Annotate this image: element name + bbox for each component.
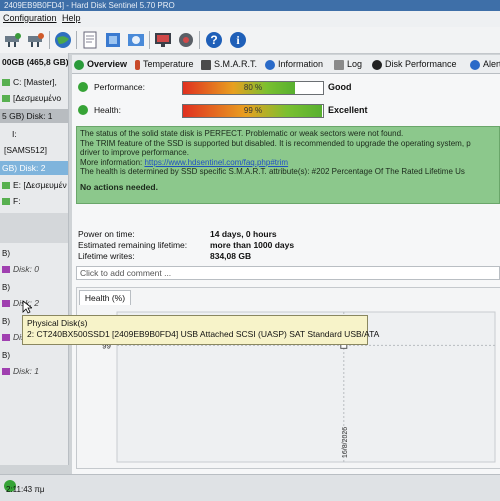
phys-group-label: B) [2, 351, 10, 360]
disk-performance-icon [372, 59, 382, 70]
performance-status-icon [78, 82, 88, 92]
comment-field[interactable]: Click to add comment ... [76, 266, 500, 280]
toolbar: ? i [0, 27, 500, 54]
disk-color-icon [2, 300, 10, 308]
phys-group-label: B) [2, 283, 10, 292]
toolbar-separator [49, 31, 50, 49]
status-message-box: The status of the solid state disk is PE… [76, 126, 500, 204]
performance-bar: 80 % [182, 81, 324, 95]
tab-overview[interactable]: Overview [74, 57, 127, 71]
phys-disk-1[interactable]: Disk: 1 [0, 366, 68, 378]
info-icon[interactable]: i [228, 30, 248, 50]
disk-color-icon [2, 334, 10, 342]
trim-faq-link[interactable]: https://www.hdsentinel.com/faq.php#trim [144, 158, 288, 167]
health-rating: Excellent [328, 105, 368, 115]
sidebar-spacer [0, 213, 68, 243]
menu-bar: Configuration Help [0, 11, 500, 28]
toolbar-separator [149, 31, 150, 49]
globe-icon[interactable] [53, 30, 73, 50]
health-bar: 99 % [182, 104, 324, 118]
drive1-header[interactable]: 00GB (465,8 GB) [0, 57, 68, 69]
drive2-volume-i[interactable]: I: [0, 129, 68, 141]
health-value: 99 % [243, 106, 263, 115]
check-icon [74, 59, 84, 70]
window-title-bar: 2409EB9B0FD4] - Hard Disk Sentinel 5.70 … [0, 0, 500, 11]
health-status-icon [78, 105, 88, 115]
tab-temperature[interactable]: Temperature [135, 57, 194, 71]
volume-color-icon [2, 79, 10, 87]
drive2-header[interactable]: 5 GB) Disk: 1 [0, 109, 68, 123]
health-label: Health: [94, 105, 121, 115]
window-title: 2409EB9B0FD4] - Hard Disk Sentinel 5.70 … [4, 1, 175, 10]
drive1-volume-c[interactable]: C: [Master], [0, 77, 68, 89]
tooltip-title: Physical Disk(s) [27, 318, 88, 328]
power-on-value: 14 days, 0 hours [210, 229, 277, 239]
disk-info-icon[interactable] [126, 30, 146, 50]
tab-information[interactable]: Information [265, 57, 323, 71]
lifetime-remaining-value: more than 1000 days [210, 240, 295, 250]
status-line-1: The status of the solid state disk is PE… [80, 129, 404, 138]
status-line-2: The TRIM feature of the SSD is supported… [80, 138, 471, 148]
mouse-cursor-icon [22, 300, 32, 314]
drive3-volume-e[interactable]: E: [Δεσμευμέν [0, 180, 68, 192]
help-icon[interactable]: ? [204, 30, 224, 50]
phys-disk-0[interactable]: Disk: 0 [0, 264, 68, 276]
overview-panel: Performance: 80 % Good Health: 99 % Exce… [72, 74, 500, 474]
log-icon [334, 59, 344, 70]
disk-color-icon [2, 266, 10, 274]
status-time: 2:11:43 πμ [6, 485, 45, 494]
tab-log[interactable]: Log [334, 57, 362, 71]
tab-alert[interactable]: Alert [470, 57, 500, 71]
volume-color-icon [2, 182, 10, 190]
physical-disk-tooltip: Physical Disk(s) 2: CT240BX500SSD1 [2409… [22, 315, 380, 345]
svg-text:?: ? [210, 33, 217, 47]
lifetime-writes-value: 834,08 GB [210, 251, 252, 261]
drive3-volume-f[interactable]: F: [0, 196, 68, 208]
network-icon[interactable] [103, 30, 123, 50]
disk-color-icon [2, 368, 10, 376]
performance-value: 80 % [243, 83, 263, 92]
drive-refresh-icon[interactable] [26, 30, 46, 50]
drive3-header-selected[interactable]: GB) Disk: 2 [0, 161, 68, 175]
status-line-3: driver to improve performance. [80, 148, 189, 158]
lifetime-remaining-label: Estimated remaining lifetime: [78, 240, 188, 250]
tab-bar: Overview Temperature S.M.A.R.T. Informat… [72, 55, 500, 74]
chart-x-tick-label: 16/8/2026 [342, 427, 349, 458]
lifetime-writes-label: Lifetime writes: [78, 251, 135, 261]
drive1-volume-reserved[interactable]: [Δεσμευμένο [0, 93, 68, 105]
alert-icon [470, 59, 480, 70]
disk-list-sidebar: 00GB (465,8 GB) C: [Master], [Δεσμευμένο… [0, 53, 69, 465]
power-on-label: Power on time: [78, 229, 135, 239]
menu-configuration[interactable]: Configuration [3, 13, 57, 23]
tooltip-text: 2: CT240BX500SSD1 [2409EB9B0FD4] USB Att… [27, 329, 380, 339]
menu-help[interactable]: Help [62, 13, 81, 23]
status-bar: 2:11:43 πμ [0, 474, 500, 501]
info-icon [265, 59, 275, 70]
chart-tab-health[interactable]: Health (%) [79, 290, 131, 305]
settings-icon[interactable] [176, 30, 196, 50]
performance-rating: Good [328, 82, 352, 92]
monitor-icon[interactable] [153, 30, 173, 50]
drive-check-icon[interactable] [3, 30, 23, 50]
performance-label: Performance: [94, 82, 146, 92]
status-line-5: The health is determined by SSD specific… [80, 167, 465, 177]
drive2-volume-label[interactable]: [SAMS512] [0, 145, 68, 157]
document-icon[interactable] [80, 30, 100, 50]
toolbar-separator [199, 31, 200, 49]
smart-icon [201, 59, 211, 70]
volume-color-icon [2, 95, 10, 103]
thermometer-icon [135, 59, 140, 70]
phys-disk-2[interactable]: Disk: 2 [0, 298, 68, 310]
status-action: No actions needed. [80, 181, 158, 192]
tab-disk-performance[interactable]: Disk Performance [372, 57, 457, 71]
status-line-4: More information: https://www.hdsentinel… [80, 157, 289, 167]
volume-color-icon [2, 198, 10, 206]
toolbar-separator [76, 31, 77, 49]
tab-smart[interactable]: S.M.A.R.T. [201, 57, 257, 71]
phys-group-label: B) [2, 249, 10, 258]
